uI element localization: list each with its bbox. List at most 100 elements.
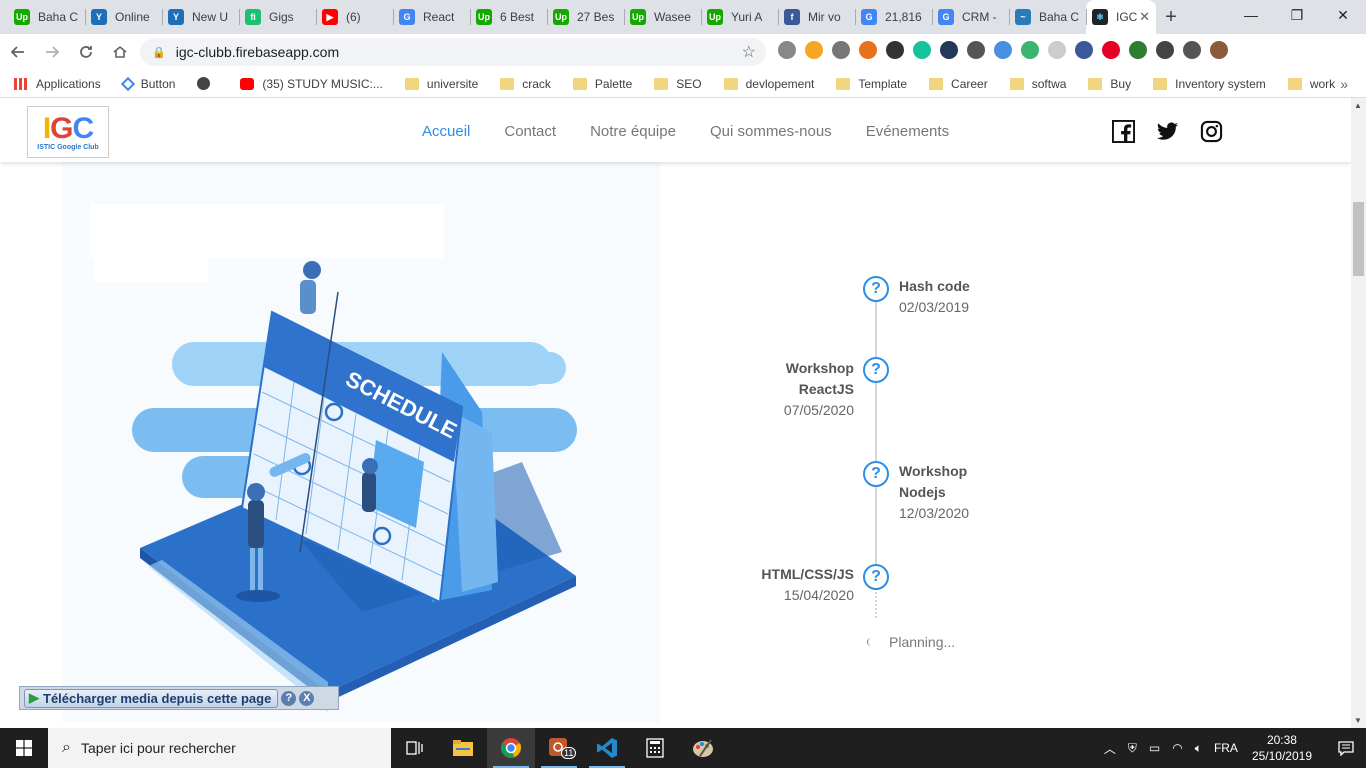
task-view-icon[interactable] xyxy=(391,728,439,768)
bookmark-folder[interactable]: softwa xyxy=(1009,77,1066,91)
nav-link[interactable]: Contact xyxy=(504,123,556,140)
browser-tab[interactable]: fi Gigs xyxy=(239,0,316,34)
nav-link[interactable]: Evénements xyxy=(866,123,949,140)
browser-tab[interactable]: Y New U xyxy=(162,0,239,34)
volume-icon[interactable]: 🔈︎ xyxy=(1195,741,1202,756)
extension-icon[interactable] xyxy=(1129,41,1147,59)
restore-button[interactable]: ❐ xyxy=(1274,0,1320,30)
extension-icon[interactable] xyxy=(805,41,823,59)
browser-tab[interactable]: Up Wasee xyxy=(624,0,701,34)
timeline-event-date: 07/05/2020 xyxy=(783,402,854,418)
paint-palette-icon[interactable] xyxy=(679,728,727,768)
bookmark-star-icon[interactable]: ☆ xyxy=(742,42,756,62)
help-icon[interactable]: ? xyxy=(281,690,297,706)
extension-icon[interactable] xyxy=(1075,41,1093,59)
browser-tab[interactable]: Up Yuri A xyxy=(701,0,778,34)
back-button[interactable] xyxy=(2,36,34,68)
windows-start-button[interactable] xyxy=(0,728,48,768)
tray-overflow-chevron-icon[interactable]: ︿ xyxy=(1104,740,1116,757)
close-icon[interactable]: X xyxy=(299,690,315,706)
facebook-icon[interactable] xyxy=(1112,120,1135,143)
bookmarks-overflow-button[interactable]: » xyxy=(1340,76,1348,92)
forward-button[interactable] xyxy=(36,36,68,68)
notification-center-icon[interactable] xyxy=(1326,728,1366,768)
extension-icon[interactable] xyxy=(967,41,985,59)
tab-label: Yuri A xyxy=(731,10,763,24)
browser-tab[interactable]: G 21,816 xyxy=(855,0,932,34)
app-with-badge-icon[interactable]: 11 xyxy=(535,728,583,768)
windows-taskbar: ⌕ Taper ici pour rechercher 11 ︿ ⛨ ▭ ◠ 🔈… xyxy=(0,728,1366,768)
extension-icon[interactable] xyxy=(886,41,904,59)
file-explorer-icon[interactable] xyxy=(439,728,487,768)
bookmark-folder[interactable]: Inventory system xyxy=(1153,77,1266,91)
bookmark-folder[interactable]: Template xyxy=(836,77,907,91)
extension-icon[interactable] xyxy=(1102,41,1120,59)
browser-tab[interactable]: G CRM - xyxy=(932,0,1009,34)
bookmark-youtube[interactable]: (35) STUDY MUSIC:... xyxy=(240,77,383,91)
nav-link[interactable]: Accueil xyxy=(422,123,470,140)
page-scrollbar[interactable]: ▲ ▼ xyxy=(1351,98,1366,728)
nav-link[interactable]: Notre équipe xyxy=(590,123,676,140)
nav-link[interactable]: Qui sommes-nous xyxy=(710,123,832,140)
bookmark-folder[interactable]: Buy xyxy=(1088,77,1131,91)
browser-tab[interactable]: G React xyxy=(393,0,470,34)
bookmark-folder[interactable]: crack xyxy=(500,77,551,91)
bookmark-folder[interactable]: universite xyxy=(404,77,478,91)
twitter-icon[interactable] xyxy=(1156,120,1179,143)
browser-tab[interactable]: Up 27 Bes xyxy=(547,0,624,34)
browser-tab[interactable]: f Mir vo xyxy=(778,0,855,34)
language-indicator[interactable]: FRA xyxy=(1214,741,1238,755)
close-window-button[interactable]: ✕ xyxy=(1320,0,1366,30)
reload-button[interactable] xyxy=(70,36,102,68)
browser-tab[interactable]: Y Online xyxy=(85,0,162,34)
browser-tab[interactable]: ~ Baha C xyxy=(1009,0,1086,34)
taskbar-clock[interactable]: 20:38 25/10/2019 xyxy=(1252,732,1312,764)
instagram-icon[interactable] xyxy=(1200,120,1223,143)
bookmark-folder[interactable]: Career xyxy=(929,77,988,91)
extension-icon[interactable] xyxy=(1048,41,1066,59)
home-icon xyxy=(113,45,127,58)
extension-icon[interactable] xyxy=(832,41,850,59)
extension-icon[interactable] xyxy=(1156,41,1174,59)
minimize-button[interactable]: — xyxy=(1228,0,1274,30)
browser-tab[interactable]: Up Baha C xyxy=(8,0,85,34)
bookmark-link[interactable]: Button xyxy=(120,76,175,91)
browser-tab[interactable]: Up 6 Best xyxy=(470,0,547,34)
tab-label: CRM - xyxy=(962,10,997,24)
bookmark-folder[interactable]: Palette xyxy=(572,77,632,91)
extension-icon[interactable] xyxy=(994,41,1012,59)
extension-icon[interactable] xyxy=(940,41,958,59)
extension-icon[interactable] xyxy=(1210,41,1228,59)
battery-icon[interactable]: ▭ xyxy=(1149,741,1160,755)
chrome-taskbar-icon[interactable] xyxy=(487,728,535,768)
shield-icon[interactable]: ⛨ xyxy=(1128,741,1137,756)
extension-icon[interactable] xyxy=(1183,41,1201,59)
home-button[interactable] xyxy=(104,36,136,68)
close-tab-icon[interactable]: ✕ xyxy=(1139,9,1150,25)
calculator-icon[interactable] xyxy=(631,728,679,768)
browser-tab[interactable]: ▶ (6) xyxy=(316,0,393,34)
scroll-down-arrow-icon[interactable]: ▼ xyxy=(1354,716,1362,725)
bookmark-globe[interactable] xyxy=(197,77,218,90)
extension-icon[interactable] xyxy=(913,41,931,59)
tab-label: Wasee xyxy=(654,10,691,24)
taskbar-search-box[interactable]: ⌕ Taper ici pour rechercher xyxy=(48,728,391,768)
scroll-up-arrow-icon[interactable]: ▲ xyxy=(1354,101,1362,110)
site-logo[interactable]: IGC ISTIC Google Club xyxy=(27,106,109,158)
bookmark-apps[interactable]: Applications xyxy=(14,77,101,91)
wifi-icon[interactable]: ◠ xyxy=(1172,741,1182,755)
extension-icon[interactable] xyxy=(1021,41,1039,59)
browser-tab-active[interactable]: ⚛ IGC ✕ xyxy=(1086,0,1156,34)
address-bar[interactable]: 🔒 igc-clubb.firebaseapp.com ☆ xyxy=(140,38,766,66)
download-media-button[interactable]: ▶ Télécharger media depuis cette page xyxy=(24,688,279,708)
extension-icon[interactable] xyxy=(778,41,796,59)
bookmark-folder[interactable]: devlopement xyxy=(723,77,814,91)
extension-icon[interactable] xyxy=(859,41,877,59)
scrollbar-thumb[interactable] xyxy=(1353,202,1364,276)
bookmark-folder[interactable]: SEO xyxy=(654,77,702,91)
tab-favicon-icon: G xyxy=(861,9,877,25)
new-tab-button[interactable]: + xyxy=(1156,0,1186,34)
vscode-icon[interactable] xyxy=(583,728,631,768)
bookmark-folder[interactable]: work xyxy=(1287,77,1335,91)
tab-favicon-icon: Y xyxy=(91,9,107,25)
